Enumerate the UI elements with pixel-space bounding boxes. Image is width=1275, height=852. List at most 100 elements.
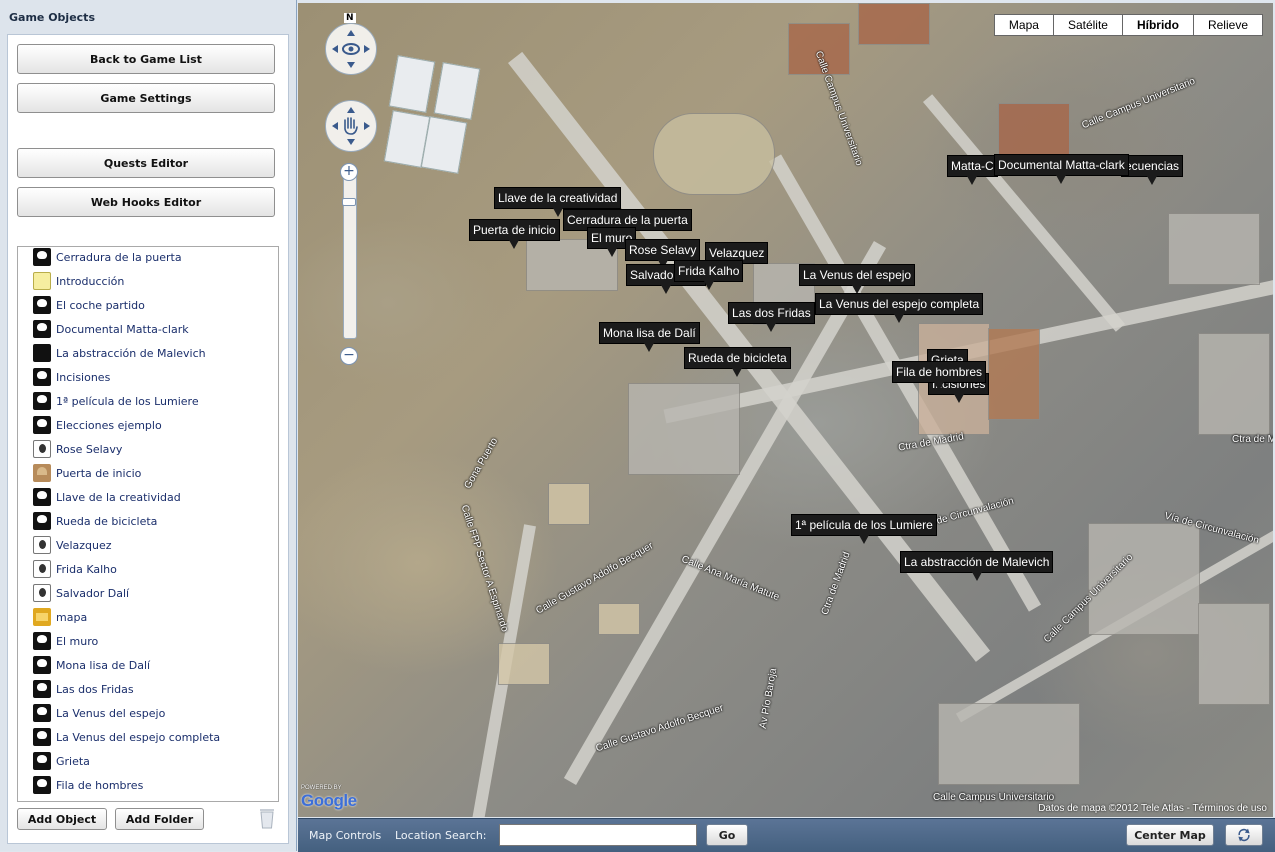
list-item[interactable]: Fila de hombres [33, 775, 143, 795]
list-item-label: 1ª película de los Lumiere [56, 394, 199, 408]
map-controls-label[interactable]: Map Controls [309, 829, 381, 842]
list-item[interactable]: Elecciones ejemplo [33, 415, 162, 435]
list-item[interactable]: Puerta de inicio [33, 463, 141, 483]
list-item-label: mapa [56, 610, 88, 624]
street-label: Av Pío Baroja [757, 667, 780, 730]
list-item[interactable]: Salvador Dalí [33, 583, 129, 603]
list-item[interactable]: El coche partido [33, 295, 145, 315]
list-item-label: Cerradura de la puerta [56, 250, 182, 264]
location-search-label: Location Search: [395, 829, 487, 842]
pan-control[interactable] [325, 23, 377, 75]
portrait-icon [33, 536, 51, 554]
mask-icon [33, 632, 51, 650]
map-marker[interactable]: Mona lisa de Dalí [599, 322, 700, 352]
map-marker[interactable]: Fila de hombres [892, 361, 987, 391]
mask-icon [33, 392, 51, 410]
mask-icon [33, 416, 51, 434]
list-item[interactable]: Mona lisa de Dalí [33, 655, 150, 675]
mask-icon [33, 752, 51, 770]
list-item[interactable]: Introducción [33, 271, 124, 291]
street-label: Ctra de M [1232, 434, 1273, 445]
list-item-label: Velazquez [56, 538, 112, 552]
list-item[interactable]: Grieta [33, 751, 90, 771]
map-marker[interactable]: Puerta de inicio [469, 219, 560, 249]
zoom-out-button[interactable]: − [340, 347, 358, 365]
street-label: Calle FPP Sector A Espinardo [458, 503, 511, 634]
map-marker[interactable]: 1ª película de los Lumiere [791, 514, 937, 544]
map-type-selector: Mapa Satélite Híbrido Relieve [993, 14, 1263, 36]
map-type-relieve[interactable]: Relieve [1192, 14, 1263, 36]
list-item[interactable]: El muro [33, 631, 98, 651]
list-item-label: Introducción [56, 274, 125, 288]
list-item-label: Incisiones [56, 370, 111, 384]
web-hooks-editor-button[interactable]: Web Hooks Editor [17, 187, 275, 217]
center-map-button[interactable]: Center Map [1126, 824, 1214, 846]
quests-editor-button[interactable]: Quests Editor [17, 148, 275, 178]
zoom-slider-handle[interactable] [342, 198, 356, 206]
hand-control[interactable] [325, 100, 377, 152]
eye-icon [332, 30, 370, 68]
map-marker[interactable]: Rose Selavy [625, 239, 701, 269]
list-item[interactable]: Incisiones [33, 367, 110, 387]
list-item[interactable]: La Venus del espejo [33, 703, 165, 723]
list-item[interactable]: Las dos Fridas [33, 679, 134, 699]
zoom-in-button[interactable]: + [340, 163, 358, 181]
map-marker[interactable]: Frida Kalho [674, 260, 744, 290]
map-marker[interactable]: Llave de la creatividad [494, 187, 622, 217]
refresh-button[interactable] [1225, 824, 1263, 846]
map-marker[interactable]: Matta-C [947, 155, 998, 185]
list-item[interactable]: Llave de la creatividad [33, 487, 181, 507]
hand-icon [332, 107, 370, 145]
game-object-list[interactable]: Cerradura de la puerta Introducción El coc… [17, 246, 279, 802]
map-marker[interactable]: La Venus del espejo [799, 264, 916, 294]
list-item[interactable]: Documental Matta-clark [33, 319, 189, 339]
mask-icon [33, 776, 51, 794]
add-folder-button[interactable]: Add Folder [115, 808, 204, 830]
list-item[interactable]: Frida Kalho [33, 559, 117, 579]
list-item[interactable]: Rose Selavy [33, 439, 122, 459]
list-item-label: Puerta de inicio [56, 466, 142, 480]
list-item[interactable]: La abstracción de Malevich [33, 343, 206, 363]
list-item[interactable]: mapa [33, 607, 87, 627]
list-item-label: Llave de la creatividad [56, 490, 181, 504]
street-label: Calle Campus Universitario [933, 792, 1055, 803]
panel-title: Game Objects [9, 11, 95, 24]
map-marker[interactable]: Las dos Fridas [728, 302, 815, 332]
add-object-button[interactable]: Add Object [17, 808, 107, 830]
list-item[interactable]: Rueda de bicicleta [33, 511, 157, 531]
panel-body: Back to Game List Game Settings Quests E… [7, 34, 289, 844]
mask-icon [33, 296, 51, 314]
location-search-input[interactable] [499, 824, 697, 846]
map-copyright[interactable]: Datos de mapa ©2012 Tele Atlas - Término… [1038, 803, 1267, 814]
portrait-icon [33, 440, 51, 458]
trash-icon[interactable] [258, 807, 276, 829]
map-marker[interactable]: La Venus del espejo completa [815, 293, 984, 323]
map-marker[interactable]: ecuencias [1121, 155, 1184, 185]
list-item-label: Salvador Dalí [56, 586, 130, 600]
list-item-label: Documental Matta-clark [56, 322, 189, 336]
mask-icon [33, 680, 51, 698]
list-item-label: Grieta [56, 754, 90, 768]
map-type-satelite[interactable]: Satélite [1052, 14, 1123, 36]
map-marker[interactable]: Rueda de bicicleta [684, 347, 791, 377]
list-item[interactable]: 1ª película de los Lumiere [33, 391, 199, 411]
map-marker[interactable]: Documental Matta-clark [994, 154, 1129, 184]
game-objects-panel: Game Objects Back to Game List Game Sett… [0, 0, 297, 851]
list-item[interactable]: Cerradura de la puerta [33, 247, 182, 267]
map-type-mapa[interactable]: Mapa [993, 14, 1054, 36]
google-wordmark: Google [301, 791, 357, 810]
back-to-game-list-button[interactable]: Back to Game List [17, 44, 275, 74]
game-settings-button[interactable]: Game Settings [17, 83, 275, 113]
key-icon [33, 488, 51, 506]
go-button[interactable]: Go [706, 824, 748, 846]
street-label: Gona Puerto [462, 436, 501, 491]
mask-icon [33, 656, 51, 674]
map-type-hibrido[interactable]: Híbrido [1121, 14, 1194, 36]
list-item[interactable]: La Venus del espejo completa [33, 727, 220, 747]
map-canvas[interactable]: Calle Campus Universitario Calle Campus … [298, 3, 1273, 817]
door-icon [33, 464, 51, 482]
map-marker[interactable]: La abstracción de Malevich [900, 551, 1054, 581]
list-item[interactable]: Velazquez [33, 535, 112, 555]
list-item-label: Frida Kalho [56, 562, 117, 576]
list-item-label: Mona lisa de Dalí [56, 658, 151, 672]
